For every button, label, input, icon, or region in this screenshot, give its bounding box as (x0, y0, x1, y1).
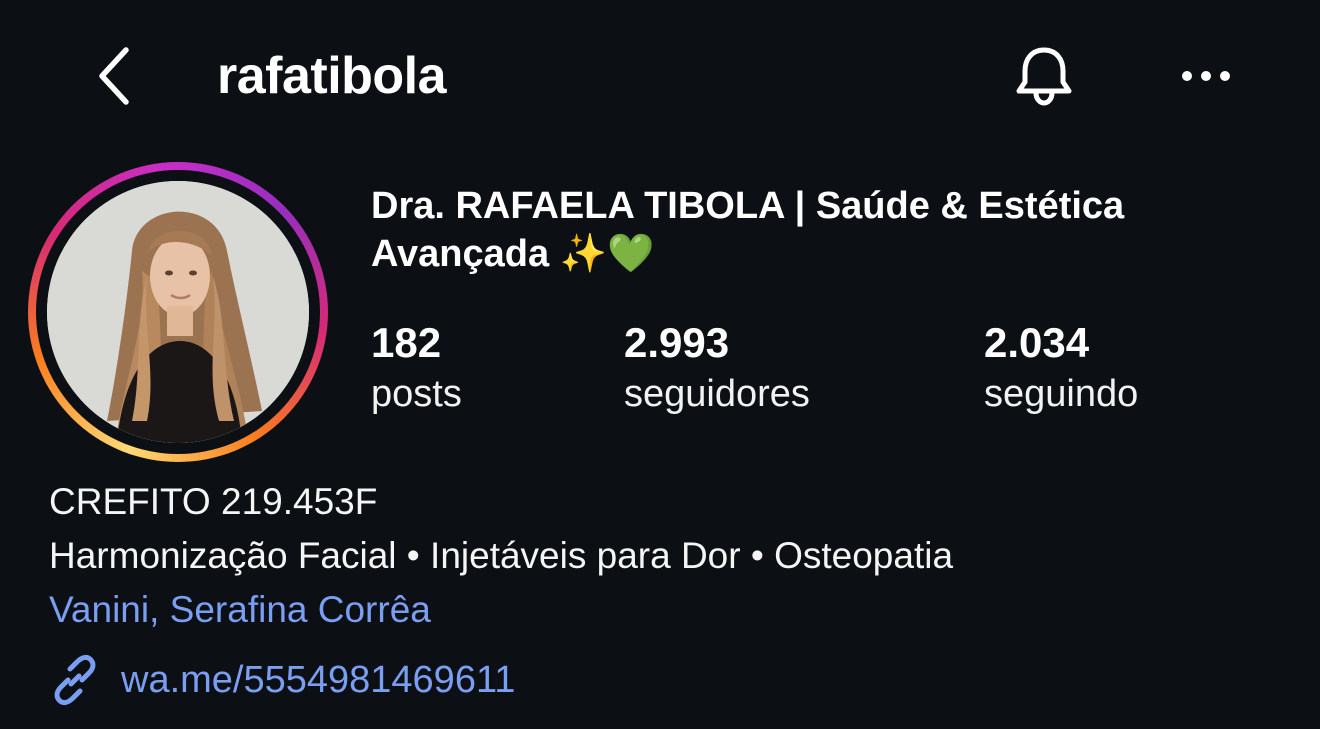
profile-photo (47, 181, 309, 443)
bio-line-1: CREFITO 219.453F (49, 481, 378, 522)
profile-display-name: Dra. RAFAELA TIBOLA | Saúde & Estética A… (371, 185, 1125, 275)
more-horizontal-icon (1182, 71, 1230, 81)
back-button[interactable] (84, 38, 144, 114)
link-url: wa.me/5554981469611 (121, 659, 516, 701)
posts-count[interactable]: 182 posts (371, 318, 462, 420)
profile-page: rafatibola Dra. RAFAELA TIBOLA | Saúde &… (0, 0, 1320, 729)
avatar-story-ring[interactable] (28, 162, 328, 462)
profile-username: rafatibola (217, 47, 447, 105)
following-count[interactable]: 2.034 seguindo (984, 318, 1138, 420)
more-options-button[interactable] (1170, 48, 1242, 104)
bio-line-2: Harmonização Facial • Injetáveis para Do… (49, 535, 954, 576)
posts-label: posts (371, 373, 462, 415)
external-link[interactable]: wa.me/5554981469611 (49, 652, 515, 708)
top-bar: rafatibola (0, 0, 1320, 150)
following-value: 2.034 (984, 319, 1090, 366)
bell-icon (1016, 47, 1072, 106)
chevron-left-icon (99, 47, 129, 105)
link-icon (49, 654, 101, 706)
posts-value: 182 (371, 319, 442, 366)
followers-count[interactable]: 2.993 seguidores (624, 318, 810, 420)
following-label: seguindo (984, 373, 1139, 415)
notifications-button[interactable] (1004, 38, 1084, 114)
avatar (47, 181, 309, 443)
followers-value: 2.993 (624, 319, 730, 366)
location-link[interactable]: Vanini, Serafina Corrêa (49, 586, 431, 634)
followers-label: seguidores (624, 373, 810, 415)
